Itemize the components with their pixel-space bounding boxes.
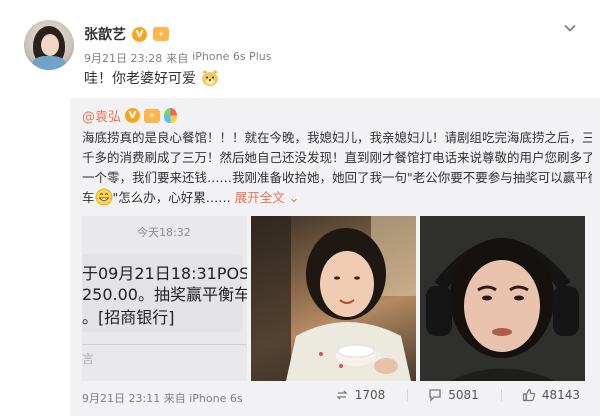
repost-author-link[interactable]: @袁弘 (82, 106, 121, 125)
photo-sms-screenshot[interactable]: 今天18:32 于09月21日18:31POS 250.00。抽奖赢平衡车 。[… (82, 216, 247, 381)
grin-emoji-icon (95, 188, 112, 206)
doge-emoji-icon (202, 70, 218, 86)
photo-grid: 今天18:32 于09月21日18:31POS 250.00。抽奖赢平衡车 。[… (82, 216, 585, 381)
repost-text-line: 海底捞真的是良心餐馆！！！就在今晚，我媳妇儿，我亲媳妇儿！请剧组吃完海底捞之后，… (82, 130, 592, 145)
weibo-post-card: 张歆艺 V ✦ 9月21日 23:28 来自 iPhone 6s Plus 哇！… (0, 0, 600, 416)
repost-text-line: 一个零，我们要来还钱……我刚准备收拾她，她回了我一句"老公你要不要参与抽奖可以赢… (82, 170, 592, 185)
expand-full-text-link[interactable]: 展开全文 (235, 190, 285, 205)
post-source[interactable]: iPhone 6s Plus (192, 50, 271, 66)
post-source-prefix: 来自 (166, 52, 189, 65)
repost-text: 海底捞真的是良心餐馆！！！就在今晚，我媳妇儿，我亲媳妇儿！请剧组吃完海底捞之后，… (82, 128, 592, 208)
repost-date[interactable]: 9月21日 23:11 (82, 392, 160, 405)
sms-time: 今天18:32 (137, 226, 191, 239)
balloon-badge-icon (164, 108, 178, 123)
like-count-button[interactable]: 48143 (500, 388, 580, 402)
post-meta: 9月21日 23:28 来自 iPhone 6s Plus (84, 50, 271, 66)
repost-count-button[interactable]: 1708 (335, 388, 386, 402)
repost-text-line: 千多的消费刷成了三万！然后她自己还没发现！直到刚才餐馆打电话来说尊敬的用户您刷多… (82, 150, 592, 165)
member-level-icon: ✦ (144, 108, 161, 123)
repost-icon (336, 390, 348, 400)
repost-stats: 1708 5081 48143 (335, 388, 580, 402)
repost-text-fragment: 车 (82, 190, 95, 205)
like-icon (522, 388, 536, 402)
post-text: 哇！你老婆好可爱 (84, 68, 220, 88)
post-date[interactable]: 9月21日 23:28 (84, 50, 162, 66)
comment-icon (429, 389, 441, 402)
sms-line: 250.00。抽奖赢平衡车 (82, 285, 247, 304)
like-count: 48143 (541, 388, 580, 402)
member-level-icon: ✦ (153, 27, 169, 41)
sms-input-hint: 言 (82, 352, 95, 366)
repost-author-row: @袁弘 V ✦ (82, 106, 178, 125)
repost-text-fragment: "怎么办，心好累…… (112, 190, 231, 205)
author-avatar[interactable] (24, 20, 74, 70)
repost-meta: 9月21日 23:11 来自 iPhone 6s (82, 390, 243, 406)
comment-count: 5081 (448, 388, 479, 402)
chevron-down-icon[interactable]: ⌄ (285, 190, 299, 205)
author-row: 张歆艺 V ✦ (84, 24, 169, 44)
verified-v-icon: V (125, 108, 141, 123)
repost-source[interactable]: iPhone 6s (189, 392, 242, 405)
comment-count-button[interactable]: 5081 (407, 388, 479, 402)
repost-text-line-last: 车 "怎么办，心好累…… 展开全文 ⌄ (82, 188, 592, 208)
repost-count: 1708 (354, 388, 386, 402)
repost-source-prefix: 来自 (163, 392, 186, 405)
verified-v-icon: V (132, 26, 147, 42)
post-text-content: 哇！你老婆好可爱 (84, 71, 196, 87)
photo-woman-with-cup[interactable] (251, 216, 416, 381)
sms-line: 。[招商银行] (82, 308, 175, 327)
photo-woman-headphones[interactable] (420, 216, 585, 381)
repost-footer: 9月21日 23:11 来自 iPhone 6s 1708 5081 48143 (82, 388, 600, 408)
repost-block: @袁弘 V ✦ 海底捞真的是良心餐馆！！！就在今晚，我媳妇儿，我亲媳妇儿！请剧组… (70, 98, 600, 416)
author-name[interactable]: 张歆艺 (84, 24, 126, 44)
chevron-down-icon[interactable] (562, 20, 578, 36)
